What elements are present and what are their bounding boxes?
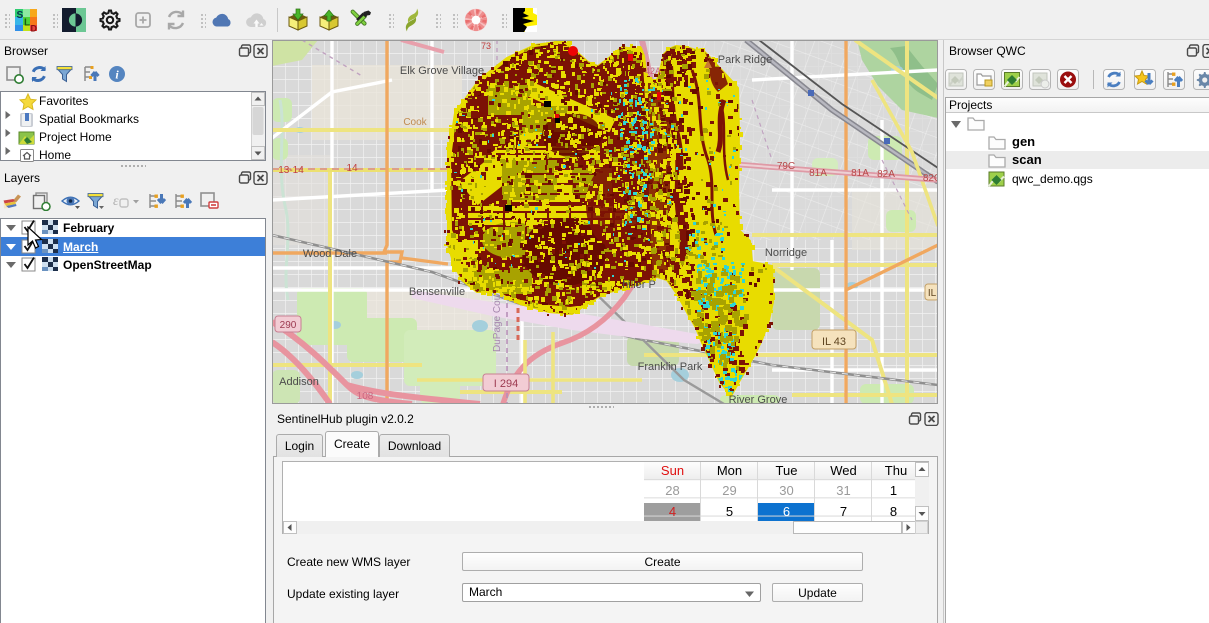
svg-text:hiller P: hiller P [622, 279, 656, 291]
svg-text:L: L [24, 18, 30, 29]
svg-text:Norridge: Norridge [765, 247, 807, 259]
svg-text:Park Ridge: Park Ridge [718, 54, 772, 66]
svg-text:14: 14 [346, 163, 358, 174]
svg-text:82A: 82A [877, 169, 895, 180]
svg-text:73: 73 [481, 41, 491, 51]
svg-text:290: 290 [280, 320, 297, 331]
svg-text:ε: ε [113, 194, 119, 209]
svg-text:D: D [31, 24, 38, 33]
svg-text:Cook: Cook [403, 117, 427, 128]
svg-text:42A: 42A [645, 66, 661, 76]
svg-text:79C: 79C [777, 161, 795, 172]
svg-text:S: S [17, 10, 24, 21]
svg-text:13-14: 13-14 [278, 165, 304, 176]
svg-text:I 294: I 294 [494, 378, 518, 390]
svg-text:Addison: Addison [279, 376, 319, 388]
svg-text:Wood Dale: Wood Dale [303, 248, 357, 260]
svg-text:Elk Grove Village: Elk Grove Village [400, 65, 484, 77]
svg-text:River Grove: River Grove [729, 394, 788, 404]
svg-text:81A: 81A [809, 168, 827, 179]
svg-text:Bensenville: Bensenville [409, 286, 465, 298]
svg-text:Franklin Park: Franklin Park [638, 361, 703, 373]
svg-text:108: 108 [357, 391, 374, 402]
svg-text:81A: 81A [851, 168, 869, 179]
svg-text:82C: 82C [923, 173, 938, 184]
svg-text:IL: IL [928, 288, 937, 299]
svg-text:IL 43: IL 43 [822, 336, 846, 348]
svg-text:DuPage Cou: DuPage Cou [492, 295, 503, 352]
